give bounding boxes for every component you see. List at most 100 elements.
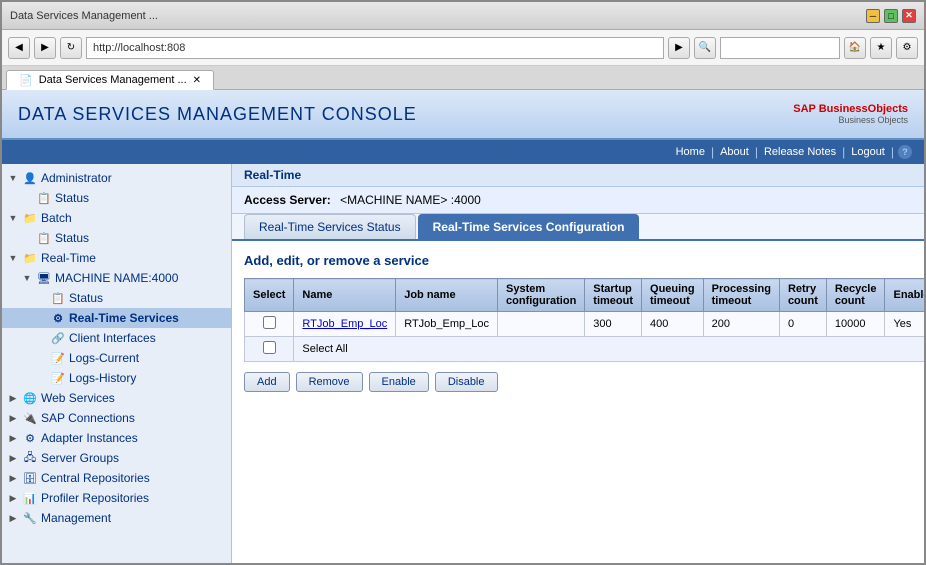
sidebar-client-interfaces-label: Client Interfaces <box>69 331 156 345</box>
adapter-instances-icon: ⚙ <box>22 430 38 446</box>
sidebar: ▼ 👤 Administrator 📋 Status ▼ 📁 Batch <box>2 164 232 563</box>
disable-button[interactable]: Disable <box>435 372 498 392</box>
expand-server-groups[interactable]: ▶ <box>6 451 20 465</box>
sidebar-item-web-services[interactable]: ▶ 🌐 Web Services <box>2 388 231 408</box>
refresh-button[interactable]: ↻ <box>60 37 82 59</box>
management-icon: 🔧 <box>22 510 38 526</box>
content-area: Add, edit, or remove a service Select Na… <box>232 241 924 404</box>
sidebar-item-administrator[interactable]: ▼ 👤 Administrator <box>2 168 231 188</box>
service-name-link[interactable]: RTJob_Emp_Loc <box>302 318 387 330</box>
sidebar-item-status-rt[interactable]: 📋 Status <box>2 288 231 308</box>
enable-button[interactable]: Enable <box>369 372 429 392</box>
expand-adapter-instances[interactable]: ▶ <box>6 431 20 445</box>
home-button[interactable]: 🏠 <box>844 37 866 59</box>
sidebar-item-logs-history[interactable]: 📝 Logs-History <box>2 368 231 388</box>
sidebar-item-batch[interactable]: ▼ 📁 Batch <box>2 208 231 228</box>
sidebar-status-rt-label: Status <box>69 291 103 305</box>
back-button[interactable]: ◀ <box>8 37 30 59</box>
rt-services-icon: ⚙ <box>50 310 66 326</box>
sidebar-item-status-batch[interactable]: 📋 Status <box>2 228 231 248</box>
browser-tab-close[interactable]: ✕ <box>193 75 201 86</box>
col-jobname: Job name <box>396 279 498 312</box>
expand-central-repos[interactable]: ▶ <box>6 471 20 485</box>
nav-home-link[interactable]: Home <box>670 146 711 158</box>
address-bar[interactable]: http://localhost:808 <box>86 37 664 59</box>
sidebar-item-client-interfaces[interactable]: 🔗 Client Interfaces <box>2 328 231 348</box>
sidebar-item-management[interactable]: ▶ 🔧 Management <box>2 508 231 528</box>
profiler-repos-icon: 📊 <box>22 490 38 506</box>
col-retry-count: Retrycount <box>779 279 826 312</box>
expand-realtime[interactable]: ▼ <box>6 251 20 265</box>
sidebar-item-adapter-instances[interactable]: ▶ ⚙ Adapter Instances <box>2 428 231 448</box>
nav-sep-4: | <box>891 145 894 159</box>
tools-button[interactable]: ⚙ <box>896 37 918 59</box>
web-services-icon: 🌐 <box>22 390 38 406</box>
row-checkbox[interactable] <box>263 316 276 329</box>
expand-administrator[interactable]: ▼ <box>6 171 20 185</box>
maximize-button[interactable]: □ <box>884 9 898 23</box>
expand-batch[interactable]: ▼ <box>6 211 20 225</box>
expand-web-services[interactable]: ▶ <box>6 391 20 405</box>
app-header: DATA SERVICES MANAGEMENT CONSOLE SAP Bus… <box>2 90 924 140</box>
expand-machine[interactable]: ▼ <box>20 271 34 285</box>
access-server-bar: Access Server: <MACHINE NAME> :4000 <box>232 187 924 214</box>
sidebar-item-profiler-repos[interactable]: ▶ 📊 Profiler Repositories <box>2 488 231 508</box>
sap-logo-area: SAP BusinessObjects Business Objects <box>793 103 908 125</box>
favorites-button[interactable]: ★ <box>870 37 892 59</box>
sap-brand-text: SAP BusinessObjects <box>793 103 908 115</box>
expand-profiler-repos[interactable]: ▶ <box>6 491 20 505</box>
go-button[interactable]: ▶ <box>668 37 690 59</box>
sidebar-adapter-instances-label: Adapter Instances <box>41 431 138 445</box>
help-icon[interactable]: ? <box>898 145 912 159</box>
col-processing-timeout: Processingtimeout <box>703 279 779 312</box>
forward-button[interactable]: ▶ <box>34 37 56 59</box>
sidebar-item-server-groups[interactable]: ▶ 🖧 Server Groups <box>2 448 231 468</box>
close-button[interactable]: ✕ <box>902 9 916 23</box>
row-enabled-cell: Yes <box>885 312 924 337</box>
expand-sap-connections[interactable]: ▶ <box>6 411 20 425</box>
sidebar-item-sap-connections[interactable]: ▶ 🔌 SAP Connections <box>2 408 231 428</box>
top-nav: Home | About | Release Notes | Logout | … <box>2 140 924 164</box>
sidebar-item-realtime-services[interactable]: ⚙ Real-Time Services <box>2 308 231 328</box>
select-all-checkbox[interactable] <box>263 341 276 354</box>
sidebar-profiler-repos-label: Profiler Repositories <box>41 491 149 505</box>
tab-realtime-status[interactable]: Real-Time Services Status <box>244 214 416 239</box>
row-recycle-count-cell: 10000 <box>826 312 885 337</box>
realtime-icon: 📁 <box>22 250 38 266</box>
logs-current-icon: 📝 <box>50 350 66 366</box>
status-admin-icon: 📋 <box>36 190 52 206</box>
sidebar-item-logs-current[interactable]: 📝 Logs-Current <box>2 348 231 368</box>
select-all-row: Select All <box>245 337 925 362</box>
sidebar-item-central-repos[interactable]: ▶ 🗄 Central Repositories <box>2 468 231 488</box>
sidebar-sap-connections-label: SAP Connections <box>41 411 135 425</box>
sap-connections-icon: 🔌 <box>22 410 38 426</box>
logs-history-icon: 📝 <box>50 370 66 386</box>
minimize-button[interactable]: ─ <box>866 9 880 23</box>
browser-tab-title: Data Services Management ... <box>39 74 187 86</box>
sidebar-central-repos-label: Central Repositories <box>41 471 150 485</box>
expand-logs-history <box>34 371 48 385</box>
section-title: Add, edit, or remove a service <box>244 253 912 268</box>
row-select-cell[interactable] <box>245 312 294 337</box>
sidebar-item-status-admin[interactable]: 📋 Status <box>2 188 231 208</box>
row-sysconfig-cell <box>498 312 585 337</box>
access-server-value: <MACHINE NAME> :4000 <box>340 193 481 207</box>
browser-tab-main[interactable]: 📄 Data Services Management ... ✕ <box>6 70 214 90</box>
nav-logout-link[interactable]: Logout <box>845 146 891 158</box>
administrator-icon: 👤 <box>22 170 38 186</box>
sidebar-item-realtime[interactable]: ▼ 📁 Real-Time <box>2 248 231 268</box>
tab-realtime-config[interactable]: Real-Time Services Configuration <box>418 214 640 239</box>
tabs-bar: Real-Time Services Status Real-Time Serv… <box>232 214 924 241</box>
nav-about-link[interactable]: About <box>714 146 755 158</box>
select-all-cell[interactable] <box>245 337 294 362</box>
nav-release-notes-link[interactable]: Release Notes <box>758 146 842 158</box>
expand-status-rt <box>34 291 48 305</box>
sidebar-item-machine[interactable]: ▼ 🖥 MACHINE NAME:4000 <box>2 268 231 288</box>
access-server-label: Access Server: <box>244 193 331 207</box>
row-name-cell: RTJob_Emp_Loc <box>294 312 396 337</box>
search-input[interactable] <box>720 37 840 59</box>
search-button[interactable]: 🔍 <box>694 37 716 59</box>
expand-management[interactable]: ▶ <box>6 511 20 525</box>
remove-button[interactable]: Remove <box>296 372 363 392</box>
add-button[interactable]: Add <box>244 372 290 392</box>
